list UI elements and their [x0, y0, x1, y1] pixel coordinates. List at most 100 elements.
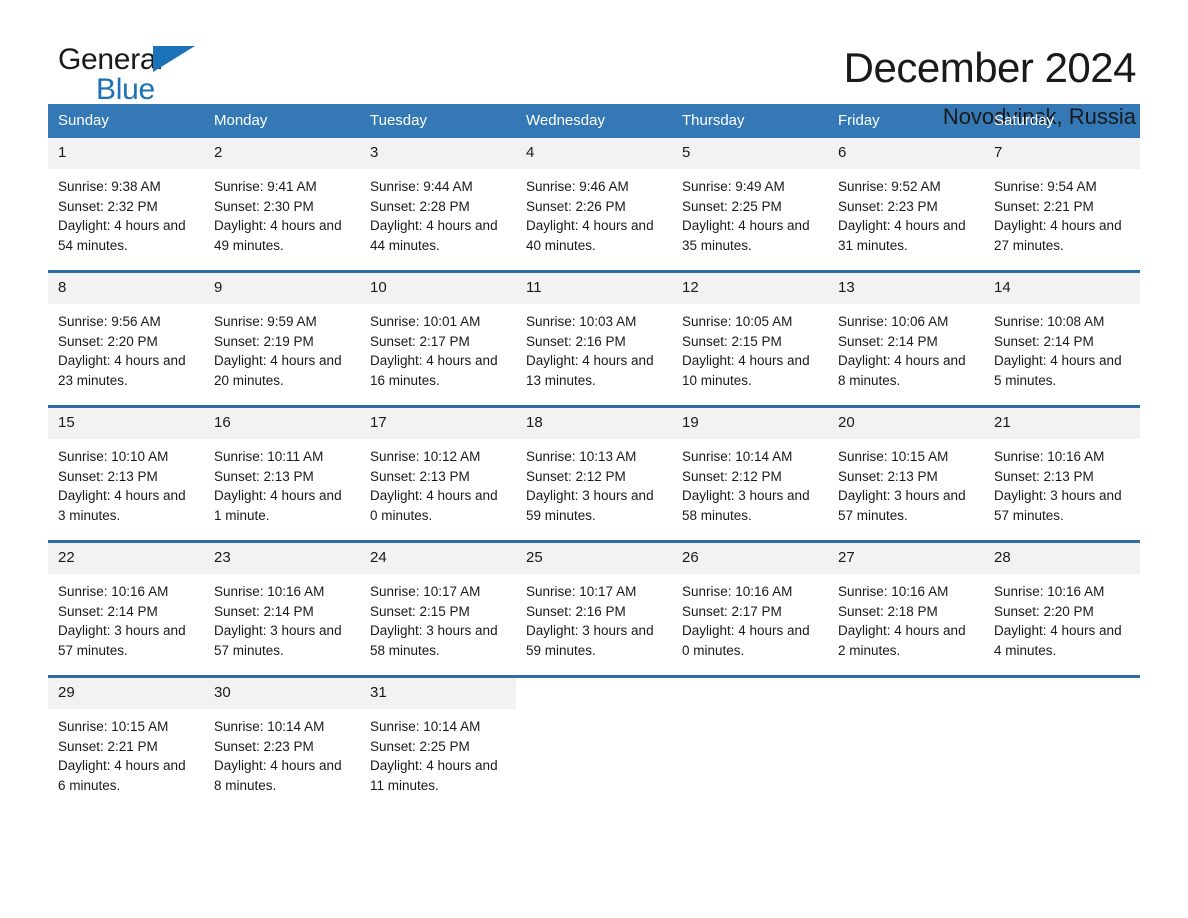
day-number: 13	[828, 273, 984, 304]
day-cell[interactable]: 16 Sunrise: 10:11 AM Sunset: 2:13 PM Day…	[204, 405, 360, 542]
sunrise-text: Sunrise: 10:17 AM	[526, 584, 637, 599]
page-masthead: General Blue December 2024 Novodvinsk, R…	[48, 0, 1140, 130]
daylight-text: Daylight: 4 hours and 11 minutes.	[370, 758, 498, 793]
daylight-text: Daylight: 4 hours and 54 minutes.	[58, 218, 186, 253]
sunrise-text: Sunrise: 10:08 AM	[994, 314, 1105, 329]
daylight-text: Daylight: 3 hours and 57 minutes.	[214, 623, 342, 658]
day-cell[interactable]: 29 Sunrise: 10:15 AM Sunset: 2:21 PM Day…	[48, 675, 204, 810]
sunrise-text: Sunrise: 9:52 AM	[838, 179, 941, 194]
day-cell[interactable]: 14 Sunrise: 10:08 AM Sunset: 2:14 PM Day…	[984, 270, 1140, 407]
day-cell[interactable]: 21 Sunrise: 10:16 AM Sunset: 2:13 PM Day…	[984, 405, 1140, 542]
sunset-text: Sunset: 2:17 PM	[370, 333, 470, 349]
day-cell[interactable]: 5 Sunrise: 9:49 AM Sunset: 2:25 PM Dayli…	[672, 138, 828, 272]
day-cell[interactable]: 15 Sunrise: 10:10 AM Sunset: 2:13 PM Day…	[48, 405, 204, 542]
daylight-text: Daylight: 4 hours and 31 minutes.	[838, 218, 966, 253]
daylight-text: Daylight: 4 hours and 1 minute.	[214, 488, 342, 523]
sunset-text: Sunset: 2:13 PM	[838, 468, 938, 484]
daylight-text: Daylight: 4 hours and 10 minutes.	[682, 353, 810, 388]
day-details: Sunrise: 9:49 AM Sunset: 2:25 PM Dayligh…	[672, 169, 828, 255]
day-details: Sunrise: 9:46 AM Sunset: 2:26 PM Dayligh…	[516, 169, 672, 255]
daylight-text: Daylight: 4 hours and 44 minutes.	[370, 218, 498, 253]
calendar-week-row: 22 Sunrise: 10:16 AM Sunset: 2:14 PM Day…	[48, 540, 1140, 677]
day-cell[interactable]: 19 Sunrise: 10:14 AM Sunset: 2:12 PM Day…	[672, 405, 828, 542]
sunrise-text: Sunrise: 9:44 AM	[370, 179, 473, 194]
day-number: 16	[204, 408, 360, 439]
day-cell[interactable]: 10 Sunrise: 10:01 AM Sunset: 2:17 PM Day…	[360, 270, 516, 407]
day-cell[interactable]: 26 Sunrise: 10:16 AM Sunset: 2:17 PM Day…	[672, 540, 828, 677]
day-details: Sunrise: 10:16 AM Sunset: 2:14 PM Daylig…	[48, 574, 204, 660]
day-details: Sunrise: 10:16 AM Sunset: 2:18 PM Daylig…	[828, 574, 984, 660]
day-cell[interactable]: 20 Sunrise: 10:15 AM Sunset: 2:13 PM Day…	[828, 405, 984, 542]
daylight-text: Daylight: 4 hours and 16 minutes.	[370, 353, 498, 388]
sunrise-text: Sunrise: 10:03 AM	[526, 314, 637, 329]
day-cell-empty	[516, 675, 672, 810]
day-number	[828, 678, 984, 691]
general-blue-logo: General Blue	[48, 44, 228, 114]
day-number: 31	[360, 678, 516, 709]
day-number: 5	[672, 138, 828, 169]
sunset-text: Sunset: 2:20 PM	[994, 603, 1094, 619]
daylight-text: Daylight: 3 hours and 59 minutes.	[526, 623, 654, 658]
day-cell[interactable]: 27 Sunrise: 10:16 AM Sunset: 2:18 PM Day…	[828, 540, 984, 677]
day-details: Sunrise: 10:15 AM Sunset: 2:21 PM Daylig…	[48, 709, 204, 795]
day-details: Sunrise: 9:54 AM Sunset: 2:21 PM Dayligh…	[984, 169, 1140, 255]
sunset-text: Sunset: 2:13 PM	[58, 468, 158, 484]
day-details: Sunrise: 10:13 AM Sunset: 2:12 PM Daylig…	[516, 439, 672, 525]
daylight-text: Daylight: 4 hours and 5 minutes.	[994, 353, 1122, 388]
day-number: 6	[828, 138, 984, 169]
day-cell[interactable]: 11 Sunrise: 10:03 AM Sunset: 2:16 PM Day…	[516, 270, 672, 407]
day-cell[interactable]: 13 Sunrise: 10:06 AM Sunset: 2:14 PM Day…	[828, 270, 984, 407]
day-number: 18	[516, 408, 672, 439]
day-cell[interactable]: 25 Sunrise: 10:17 AM Sunset: 2:16 PM Day…	[516, 540, 672, 677]
day-cell[interactable]: 1 Sunrise: 9:38 AM Sunset: 2:32 PM Dayli…	[48, 138, 204, 272]
page-title: December 2024	[843, 44, 1137, 91]
sunrise-text: Sunrise: 10:12 AM	[370, 449, 481, 464]
day-cell[interactable]: 7 Sunrise: 9:54 AM Sunset: 2:21 PM Dayli…	[984, 138, 1140, 272]
sunset-text: Sunset: 2:28 PM	[370, 198, 470, 214]
day-cell[interactable]: 28 Sunrise: 10:16 AM Sunset: 2:20 PM Day…	[984, 540, 1140, 677]
day-cell[interactable]: 2 Sunrise: 9:41 AM Sunset: 2:30 PM Dayli…	[204, 138, 360, 272]
day-cell[interactable]: 8 Sunrise: 9:56 AM Sunset: 2:20 PM Dayli…	[48, 270, 204, 407]
daylight-text: Daylight: 4 hours and 0 minutes.	[682, 623, 810, 658]
day-details: Sunrise: 10:17 AM Sunset: 2:16 PM Daylig…	[516, 574, 672, 660]
day-cell[interactable]: 9 Sunrise: 9:59 AM Sunset: 2:19 PM Dayli…	[204, 270, 360, 407]
day-cell[interactable]: 4 Sunrise: 9:46 AM Sunset: 2:26 PM Dayli…	[516, 138, 672, 272]
sunrise-text: Sunrise: 10:14 AM	[682, 449, 793, 464]
sunset-text: Sunset: 2:18 PM	[838, 603, 938, 619]
day-number: 14	[984, 273, 1140, 304]
day-details: Sunrise: 10:16 AM Sunset: 2:17 PM Daylig…	[672, 574, 828, 660]
calendar-week-row: 15 Sunrise: 10:10 AM Sunset: 2:13 PM Day…	[48, 405, 1140, 542]
day-details: Sunrise: 9:41 AM Sunset: 2:30 PM Dayligh…	[204, 169, 360, 255]
sunset-text: Sunset: 2:17 PM	[682, 603, 782, 619]
day-details: Sunrise: 10:16 AM Sunset: 2:14 PM Daylig…	[204, 574, 360, 660]
day-number: 4	[516, 138, 672, 169]
sunrise-text: Sunrise: 10:16 AM	[682, 584, 793, 599]
day-cell[interactable]: 6 Sunrise: 9:52 AM Sunset: 2:23 PM Dayli…	[828, 138, 984, 272]
sunrise-text: Sunrise: 9:56 AM	[58, 314, 161, 329]
daylight-text: Daylight: 4 hours and 40 minutes.	[526, 218, 654, 253]
day-details: Sunrise: 10:14 AM Sunset: 2:12 PM Daylig…	[672, 439, 828, 525]
logo-wordmark-general: General	[58, 44, 228, 76]
day-cell[interactable]: 17 Sunrise: 10:12 AM Sunset: 2:13 PM Day…	[360, 405, 516, 542]
day-details: Sunrise: 9:52 AM Sunset: 2:23 PM Dayligh…	[828, 169, 984, 255]
sunrise-text: Sunrise: 9:54 AM	[994, 179, 1097, 194]
sunset-text: Sunset: 2:12 PM	[682, 468, 782, 484]
sunrise-text: Sunrise: 10:14 AM	[214, 719, 325, 734]
day-cell[interactable]: 18 Sunrise: 10:13 AM Sunset: 2:12 PM Day…	[516, 405, 672, 542]
daylight-text: Daylight: 4 hours and 0 minutes.	[370, 488, 498, 523]
day-cell[interactable]: 22 Sunrise: 10:16 AM Sunset: 2:14 PM Day…	[48, 540, 204, 677]
day-cell-empty	[984, 675, 1140, 810]
daylight-text: Daylight: 4 hours and 13 minutes.	[526, 353, 654, 388]
day-cell[interactable]: 3 Sunrise: 9:44 AM Sunset: 2:28 PM Dayli…	[360, 138, 516, 272]
sunset-text: Sunset: 2:21 PM	[994, 198, 1094, 214]
day-cell[interactable]: 23 Sunrise: 10:16 AM Sunset: 2:14 PM Day…	[204, 540, 360, 677]
day-details: Sunrise: 10:05 AM Sunset: 2:15 PM Daylig…	[672, 304, 828, 390]
day-cell[interactable]: 31 Sunrise: 10:14 AM Sunset: 2:25 PM Day…	[360, 675, 516, 810]
calendar-week-row: 29 Sunrise: 10:15 AM Sunset: 2:21 PM Day…	[48, 675, 1140, 810]
day-number: 7	[984, 138, 1140, 169]
day-cell[interactable]: 12 Sunrise: 10:05 AM Sunset: 2:15 PM Day…	[672, 270, 828, 407]
daylight-text: Daylight: 3 hours and 57 minutes.	[994, 488, 1122, 523]
day-number: 20	[828, 408, 984, 439]
day-cell[interactable]: 30 Sunrise: 10:14 AM Sunset: 2:23 PM Day…	[204, 675, 360, 810]
day-cell[interactable]: 24 Sunrise: 10:17 AM Sunset: 2:15 PM Day…	[360, 540, 516, 677]
